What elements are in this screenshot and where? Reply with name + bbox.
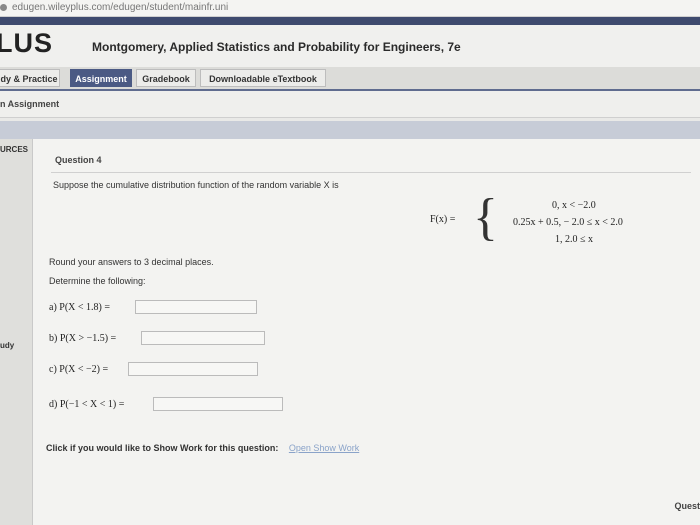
site-header: LUS Montgomery, Applied Statistics and P…	[0, 25, 700, 67]
formula-brace: {	[473, 189, 498, 246]
tab-downloadable-etextbook[interactable]: Downloadable eTextbook	[200, 69, 326, 87]
browser-address-bar[interactable]: edugen.wileyplus.com/edugen/student/main…	[0, 0, 700, 17]
formula-case-1: 0, x < −2.0	[552, 200, 596, 211]
tab-study-practice[interactable]: dy & Practice	[0, 69, 60, 87]
part-a-label: a) P(X < 1.8) =	[49, 302, 110, 313]
question-title: Question 4	[55, 155, 102, 165]
rounding-instruction: Round your answers to 3 decimal places.	[49, 257, 214, 267]
tab-assignment[interactable]: Assignment	[70, 69, 132, 87]
assignment-subheader: n Assignment	[0, 91, 700, 118]
question-panel: Question 4 Suppose the cumulative distri…	[33, 139, 700, 525]
question-prompt: Suppose the cumulative distribution func…	[53, 180, 339, 190]
part-c-label: c) P(X < −2) =	[49, 364, 109, 375]
determine-label: Determine the following:	[49, 276, 146, 286]
part-d-input[interactable]	[153, 397, 283, 411]
question-nav-label[interactable]: Quest	[674, 501, 700, 511]
url-text: edugen.wileyplus.com/edugen/student/main…	[12, 2, 229, 13]
sidebar-study-link[interactable]: udy	[0, 341, 14, 350]
part-b-input[interactable]	[141, 331, 265, 345]
main-nav-tabs: dy & Practice Assignment Gradebook Downl…	[0, 67, 700, 91]
formula-case-2: 0.25x + 0.5, − 2.0 ≤ x < 2.0	[513, 217, 623, 228]
site-icon	[0, 4, 7, 11]
subheader-title: n Assignment	[0, 99, 60, 109]
resources-sidebar: URCES udy	[0, 139, 33, 525]
top-strip	[0, 17, 700, 25]
show-work-row: Click if you would like to Show Work for…	[46, 443, 359, 453]
part-d-label: d) P(−1 < X < 1) =	[49, 399, 125, 410]
part-b-label: b) P(X > −1.5) =	[49, 333, 117, 344]
tab-gradebook[interactable]: Gradebook	[136, 69, 196, 87]
question-divider	[51, 172, 691, 173]
formula-lhs: F(x) =	[430, 214, 456, 225]
cdf-formula: F(x) = { 0, x < −2.0 0.25x + 0.5, − 2.0 …	[430, 189, 660, 252]
course-title: Montgomery, Applied Statistics and Proba…	[92, 40, 461, 54]
formula-case-3: 1, 2.0 ≤ x	[555, 234, 593, 245]
part-c-input[interactable]	[128, 362, 258, 376]
show-work-prompt: Click if you would like to Show Work for…	[46, 443, 279, 453]
wileyplus-logo: LUS	[0, 28, 53, 58]
sidebar-resources-label: URCES	[0, 145, 29, 154]
open-show-work-link[interactable]: Open Show Work	[289, 443, 359, 453]
part-a-input[interactable]	[135, 300, 257, 314]
section-bar	[0, 121, 700, 139]
